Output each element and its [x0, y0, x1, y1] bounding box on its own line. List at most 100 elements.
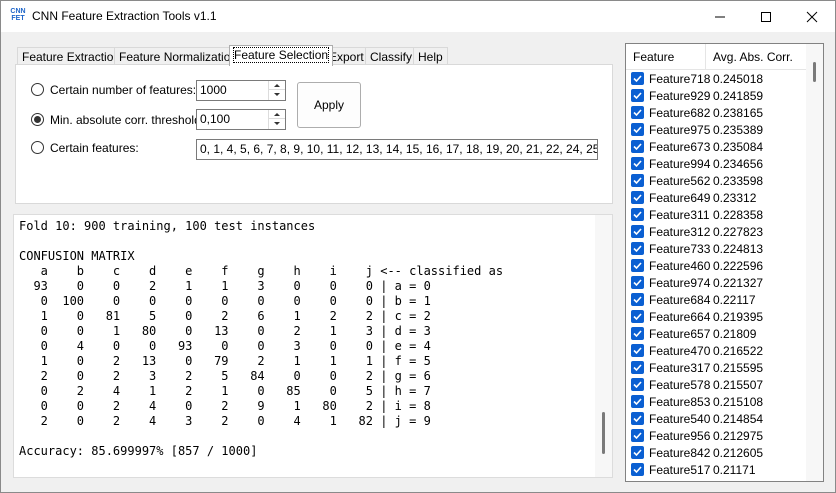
feature-row[interactable]: Feature470 0.216522 — [626, 342, 807, 359]
feature-name: Feature517 — [649, 463, 711, 477]
feature-row[interactable]: Feature975 0.235389 — [626, 121, 807, 138]
feature-checkbox[interactable] — [631, 310, 644, 323]
feature-checkbox[interactable] — [631, 344, 644, 357]
checkmark-icon — [633, 228, 642, 236]
feature-row[interactable]: Feature853 0.215108 — [626, 393, 807, 410]
feature-row[interactable]: Feature657 0.21809 — [626, 325, 807, 342]
feature-checkbox[interactable] — [631, 412, 644, 425]
feature-checkbox[interactable] — [631, 208, 644, 221]
feature-name: Feature312 — [649, 225, 711, 239]
threshold-input[interactable]: 0,100 — [196, 109, 286, 130]
radio-certain-features[interactable] — [31, 141, 44, 154]
tab-help[interactable]: Help — [413, 47, 448, 65]
maximize-button[interactable] — [743, 1, 789, 32]
tab-feature-extraction[interactable]: Feature Extraction — [17, 47, 126, 65]
stepper-down-icon[interactable] — [269, 90, 285, 99]
checkmark-icon — [633, 75, 642, 83]
feature-row[interactable]: Feature460 0.222596 — [626, 257, 807, 274]
radio-min-corr-threshold[interactable] — [31, 113, 44, 126]
feature-row[interactable]: Feature718 0.245018 — [626, 70, 807, 87]
threshold-stepper[interactable] — [268, 110, 285, 129]
feature-checkbox[interactable] — [631, 463, 644, 476]
feature-row[interactable]: Feature311 0.228358 — [626, 206, 807, 223]
feature-checkbox[interactable] — [631, 361, 644, 374]
maximize-icon — [761, 12, 771, 22]
feature-checkbox[interactable] — [631, 174, 644, 187]
feature-checkbox[interactable] — [631, 276, 644, 289]
output-line: 2 0 2 4 3 2 0 4 1 82 | j = 9 — [19, 414, 431, 428]
feature-checkbox[interactable] — [631, 123, 644, 136]
feature-checkbox[interactable] — [631, 378, 644, 391]
checkmark-icon — [633, 381, 642, 389]
feature-corr-value: 0.212975 — [713, 429, 764, 443]
feature-checkbox[interactable] — [631, 140, 644, 153]
column-header-avg-abs-corr[interactable]: Avg. Abs. Corr. — [713, 50, 793, 64]
feature-row[interactable]: Feature682 0.238165 — [626, 104, 807, 121]
feature-checkbox[interactable] — [631, 259, 644, 272]
output-scrollbar[interactable] — [595, 215, 612, 477]
feature-checkbox[interactable] — [631, 106, 644, 119]
feature-checkbox[interactable] — [631, 72, 644, 85]
checkmark-icon — [633, 194, 642, 202]
feature-row[interactable]: Feature673 0.235084 — [626, 138, 807, 155]
output-line: 93 0 0 2 1 1 3 0 0 0 | a = 0 — [19, 279, 431, 293]
feature-list-scrollbar[interactable] — [806, 44, 823, 481]
feature-row[interactable]: Feature317 0.215595 — [626, 359, 807, 376]
feature-corr-value: 0.23312 — [713, 191, 757, 205]
checkmark-icon — [633, 398, 642, 406]
feature-row[interactable]: Feature842 0.212605 — [626, 444, 807, 461]
feature-checkbox[interactable] — [631, 395, 644, 408]
stepper-down-icon[interactable] — [269, 119, 285, 128]
minimize-button[interactable] — [697, 1, 743, 32]
feature-row[interactable]: Feature684 0.22117 — [626, 291, 807, 308]
stepper-up-icon[interactable] — [269, 110, 285, 119]
feature-row[interactable]: Feature664 0.219395 — [626, 308, 807, 325]
output-scroll-thumb[interactable] — [602, 412, 605, 454]
feature-checkbox[interactable] — [631, 429, 644, 442]
feature-checkbox[interactable] — [631, 89, 644, 102]
checkmark-icon — [633, 160, 642, 168]
feature-corr-value: 0.241859 — [713, 89, 764, 103]
feature-checkbox[interactable] — [631, 446, 644, 459]
stepper-up-icon[interactable] — [269, 81, 285, 90]
apply-button[interactable]: Apply — [297, 82, 361, 128]
feature-row[interactable]: Feature733 0.224813 — [626, 240, 807, 257]
feature-row[interactable]: Feature540 0.214854 — [626, 410, 807, 427]
feature-row[interactable]: Feature974 0.221327 — [626, 274, 807, 291]
checkmark-icon — [633, 432, 642, 440]
feature-row[interactable]: Feature956 0.212975 — [626, 427, 807, 444]
feature-checkbox[interactable] — [631, 293, 644, 306]
feature-corr-value: 0.235084 — [713, 140, 764, 154]
column-divider[interactable] — [705, 44, 706, 69]
close-button[interactable] — [789, 1, 835, 32]
feature-name: Feature682 — [649, 106, 711, 120]
feature-count-input[interactable]: 1000 — [196, 80, 286, 101]
feature-checkbox[interactable] — [631, 242, 644, 255]
feature-name: Feature929 — [649, 89, 711, 103]
column-header-feature[interactable]: Feature — [633, 50, 674, 64]
feature-name: Feature317 — [649, 361, 711, 375]
feature-row[interactable]: Feature929 0.241859 — [626, 87, 807, 104]
tab-classify[interactable]: Classify — [365, 47, 418, 65]
feature-checkbox[interactable] — [631, 327, 644, 340]
feature-row[interactable]: Feature562 0.233598 — [626, 172, 807, 189]
feature-list[interactable]: Feature Avg. Abs. Corr. Feature718 0.2450… — [625, 43, 824, 482]
checkmark-icon — [633, 126, 642, 134]
feature-count-stepper[interactable] — [268, 81, 285, 100]
certain-features-input[interactable]: 0, 1, 4, 5, 6, 7, 8, 9, 10, 11, 12, 13, … — [196, 139, 598, 160]
feature-row[interactable]: Feature649 0.23312 — [626, 189, 807, 206]
tab-feature-selection[interactable]: Feature Selection — [229, 45, 334, 66]
feature-checkbox[interactable] — [631, 157, 644, 170]
feature-row[interactable]: Feature517 0.21171 — [626, 461, 807, 478]
feature-row[interactable]: Feature578 0.215507 — [626, 376, 807, 393]
feature-checkbox[interactable] — [631, 225, 644, 238]
feature-row[interactable]: Feature312 0.227823 — [626, 223, 807, 240]
title-bar[interactable]: CNN FET CNN Feature Extraction Tools v1.… — [1, 1, 835, 32]
feature-list-scroll-thumb[interactable] — [813, 62, 816, 82]
tab-feature-normalization[interactable]: Feature Normalization — [114, 47, 243, 65]
classification-output[interactable]: Fold 10: 900 training, 100 test instance… — [13, 214, 613, 478]
feature-checkbox[interactable] — [631, 191, 644, 204]
feature-row[interactable]: Feature994 0.234656 — [626, 155, 807, 172]
radio-certain-number[interactable] — [31, 83, 44, 96]
